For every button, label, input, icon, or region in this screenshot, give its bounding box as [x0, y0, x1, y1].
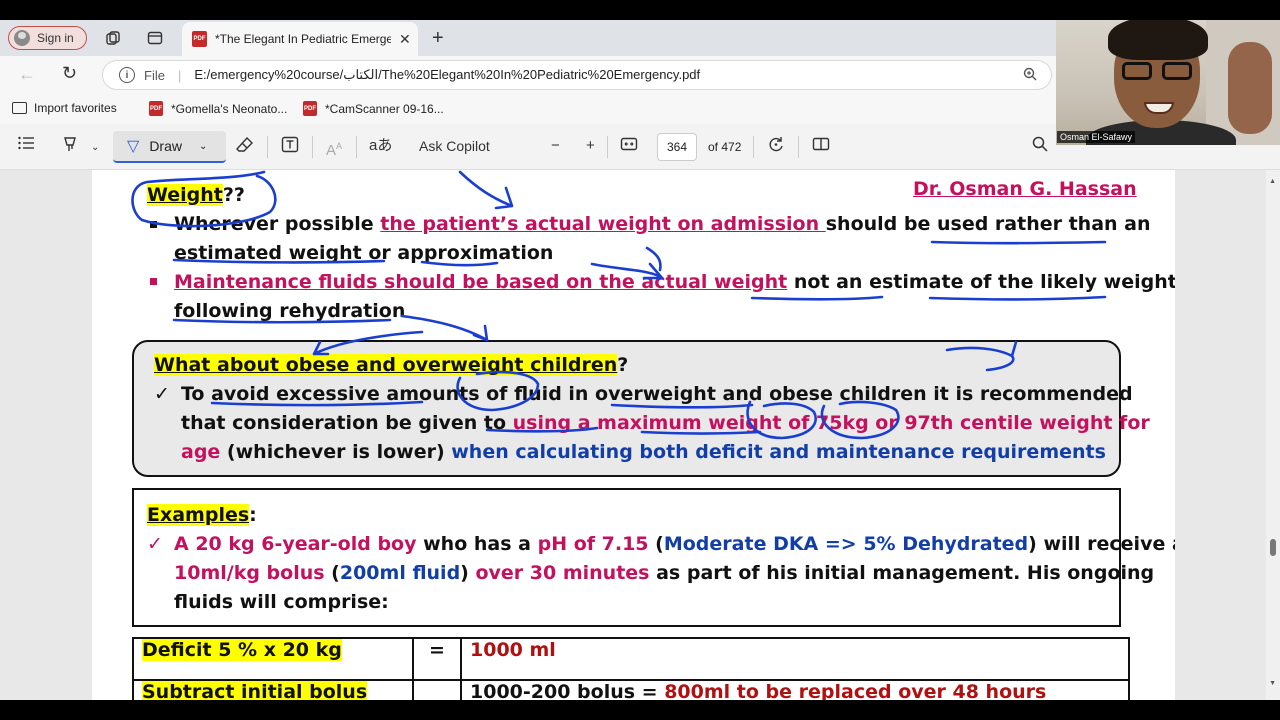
draw-button[interactable]: ▽ Draw ⌄ [113, 131, 226, 163]
toolbar-divider [753, 136, 754, 158]
url-separator: | [177, 67, 182, 83]
toolbar-divider [312, 136, 313, 158]
obese-heading: What about obese and overweight children… [154, 354, 629, 376]
close-tab-icon[interactable]: ✕ [399, 31, 411, 48]
scroll-down-icon[interactable]: ▼ [1269, 680, 1276, 687]
sign-in-button[interactable]: Sign in [8, 26, 87, 50]
back-icon[interactable]: ← [18, 64, 36, 85]
ink-arrow-box-right [400, 314, 489, 342]
favorite-camscanner[interactable]: PDF *CamScanner 09-16... [303, 101, 444, 116]
tab-pdf[interactable]: PDF *The Elegant In Pediatric Emergency.… [182, 22, 418, 56]
bullet-square [150, 221, 157, 228]
url-scheme: File [144, 67, 165, 83]
text-box-icon[interactable] [281, 136, 299, 159]
ink-arrow-top [458, 170, 514, 210]
profile-icon [14, 30, 30, 46]
example-line1: A 20 kg 6-year-old boy who has a pH of 7… [174, 533, 1175, 555]
table-cell-label: Deficit 5 % x 20 kg [132, 637, 414, 681]
scroll-thumb[interactable] [1270, 539, 1276, 556]
contents-icon[interactable] [18, 136, 35, 156]
check-icon: ✓ [154, 383, 170, 405]
page-total: of 472 [708, 140, 742, 154]
obese-text-line2: that consideration be given to using a m… [181, 412, 1150, 434]
bullet-actual-weight: Wherever possible the patient’s actual w… [174, 213, 1151, 235]
sign-in-label: Sign in [37, 31, 74, 45]
ink-underline-rather [930, 240, 1107, 245]
ink-underline-not-estimate [750, 295, 884, 301]
refresh-icon[interactable]: ↻ [62, 63, 77, 84]
pen-icon: ▽ [127, 138, 140, 155]
fluid-calculation-table: Deficit 5 % x 20 kg = 1000 ml Subtract i… [132, 637, 1130, 700]
text-format-icon: AA [326, 141, 343, 159]
info-icon[interactable]: i [119, 67, 135, 83]
fit-to-width-icon[interactable] [620, 136, 638, 158]
favorite-import[interactable]: Import favorites [12, 101, 117, 115]
bullet-square [150, 278, 157, 285]
webcam-name-label: Osman El-Safawy [1057, 131, 1136, 143]
section-heading-weight: Weight?? [147, 184, 245, 206]
example-line2: 10ml/kg bolus (200ml fluid) over 30 minu… [174, 562, 1155, 584]
table-cell-operator: = [412, 637, 462, 681]
draw-label: Draw [149, 138, 182, 154]
obese-text-line3: age (whichever is lower) when calculatin… [181, 441, 1106, 463]
favorite-label: Import favorites [34, 101, 117, 115]
example-line3: fluids will comprise: [174, 591, 389, 613]
pdf-file-icon: PDF [303, 101, 317, 116]
new-tab-button[interactable]: + [432, 27, 444, 50]
vertical-scrollbar[interactable] [1266, 170, 1280, 700]
table-row: Deficit 5 % x 20 kg = 1000 ml [132, 637, 1130, 681]
tab-actions-icon[interactable] [145, 28, 165, 48]
toolbar-divider [798, 136, 799, 158]
workspaces-icon[interactable] [103, 28, 123, 48]
webcam-overlay: Osman El-Safawy [1056, 20, 1280, 145]
bullet-maintenance-line2: following rehydration [174, 300, 406, 322]
author-name: Dr. Osman G. Hassan [913, 178, 1137, 200]
page-view-icon[interactable] [812, 136, 830, 158]
pdf-file-icon: PDF [149, 101, 163, 116]
ask-copilot-button[interactable]: Ask Copilot [419, 136, 490, 156]
zoom-icon[interactable] [1023, 67, 1037, 84]
table-row: Subtract initial bolus 1000-200 bolus = … [132, 679, 1130, 700]
url-text: E:/emergency%20course/الكتاب/The%20Elega… [194, 67, 701, 82]
zoom-in-button[interactable]: + [586, 136, 595, 156]
chevron-down-icon[interactable]: ⌄ [199, 141, 207, 152]
folder-icon [12, 102, 27, 114]
favorite-label: *Gomella's Neonato... [171, 101, 288, 116]
tab-title: *The Elegant In Pediatric Emergency.pdf [215, 32, 391, 46]
highlight-icon[interactable] [62, 136, 80, 159]
bullet-maintenance: Maintenance fluids should be based on th… [174, 271, 1175, 293]
pdf-file-icon: PDF [192, 31, 207, 47]
toolbar-divider [607, 136, 608, 158]
table-cell-value: 1000-200 bolus = 800ml to be replaced ov… [460, 679, 1130, 700]
webcam-hand [1228, 42, 1272, 134]
examples-heading: Examples: [147, 504, 257, 526]
rotate-icon[interactable] [767, 136, 785, 159]
toolbar-divider [356, 136, 357, 158]
webcam-glasses [1122, 62, 1196, 82]
table-cell-operator [412, 679, 462, 700]
read-aloud-icon[interactable]: aあ [369, 136, 392, 156]
ink-hook-admission [645, 246, 662, 272]
page-number-input[interactable]: 364 [657, 133, 697, 161]
bullet-actual-weight-line2: estimated weight or approximation [174, 242, 554, 264]
favorite-gomella[interactable]: PDF *Gomella's Neonato... [149, 101, 287, 116]
eraser-icon[interactable] [236, 136, 254, 159]
pdf-page: Weight?? Dr. Osman G. Hassan Wherever po… [92, 170, 1175, 700]
table-cell-label: Subtract initial bolus [132, 679, 414, 700]
obese-text-line1: To avoid excessive amounts of fluid in o… [181, 383, 1133, 405]
pdf-viewer[interactable]: Weight?? Dr. Osman G. Hassan Wherever po… [0, 170, 1280, 700]
url-field[interactable]: i File | E:/emergency%20course/الكتاب/Th… [102, 60, 1052, 90]
webcam-hair [1108, 20, 1208, 60]
check-icon: ✓ [147, 533, 163, 555]
toolbar-divider [267, 136, 268, 158]
ink-underline-likely-weight [928, 295, 1107, 301]
scroll-up-icon[interactable]: ▲ [1269, 178, 1276, 185]
favorite-label: *CamScanner 09-16... [325, 101, 444, 116]
table-cell-value: 1000 ml [460, 637, 1130, 681]
zoom-out-button[interactable]: − [551, 136, 560, 156]
search-icon[interactable] [1032, 136, 1048, 158]
chevron-down-icon[interactable]: ⌄ [91, 138, 99, 158]
